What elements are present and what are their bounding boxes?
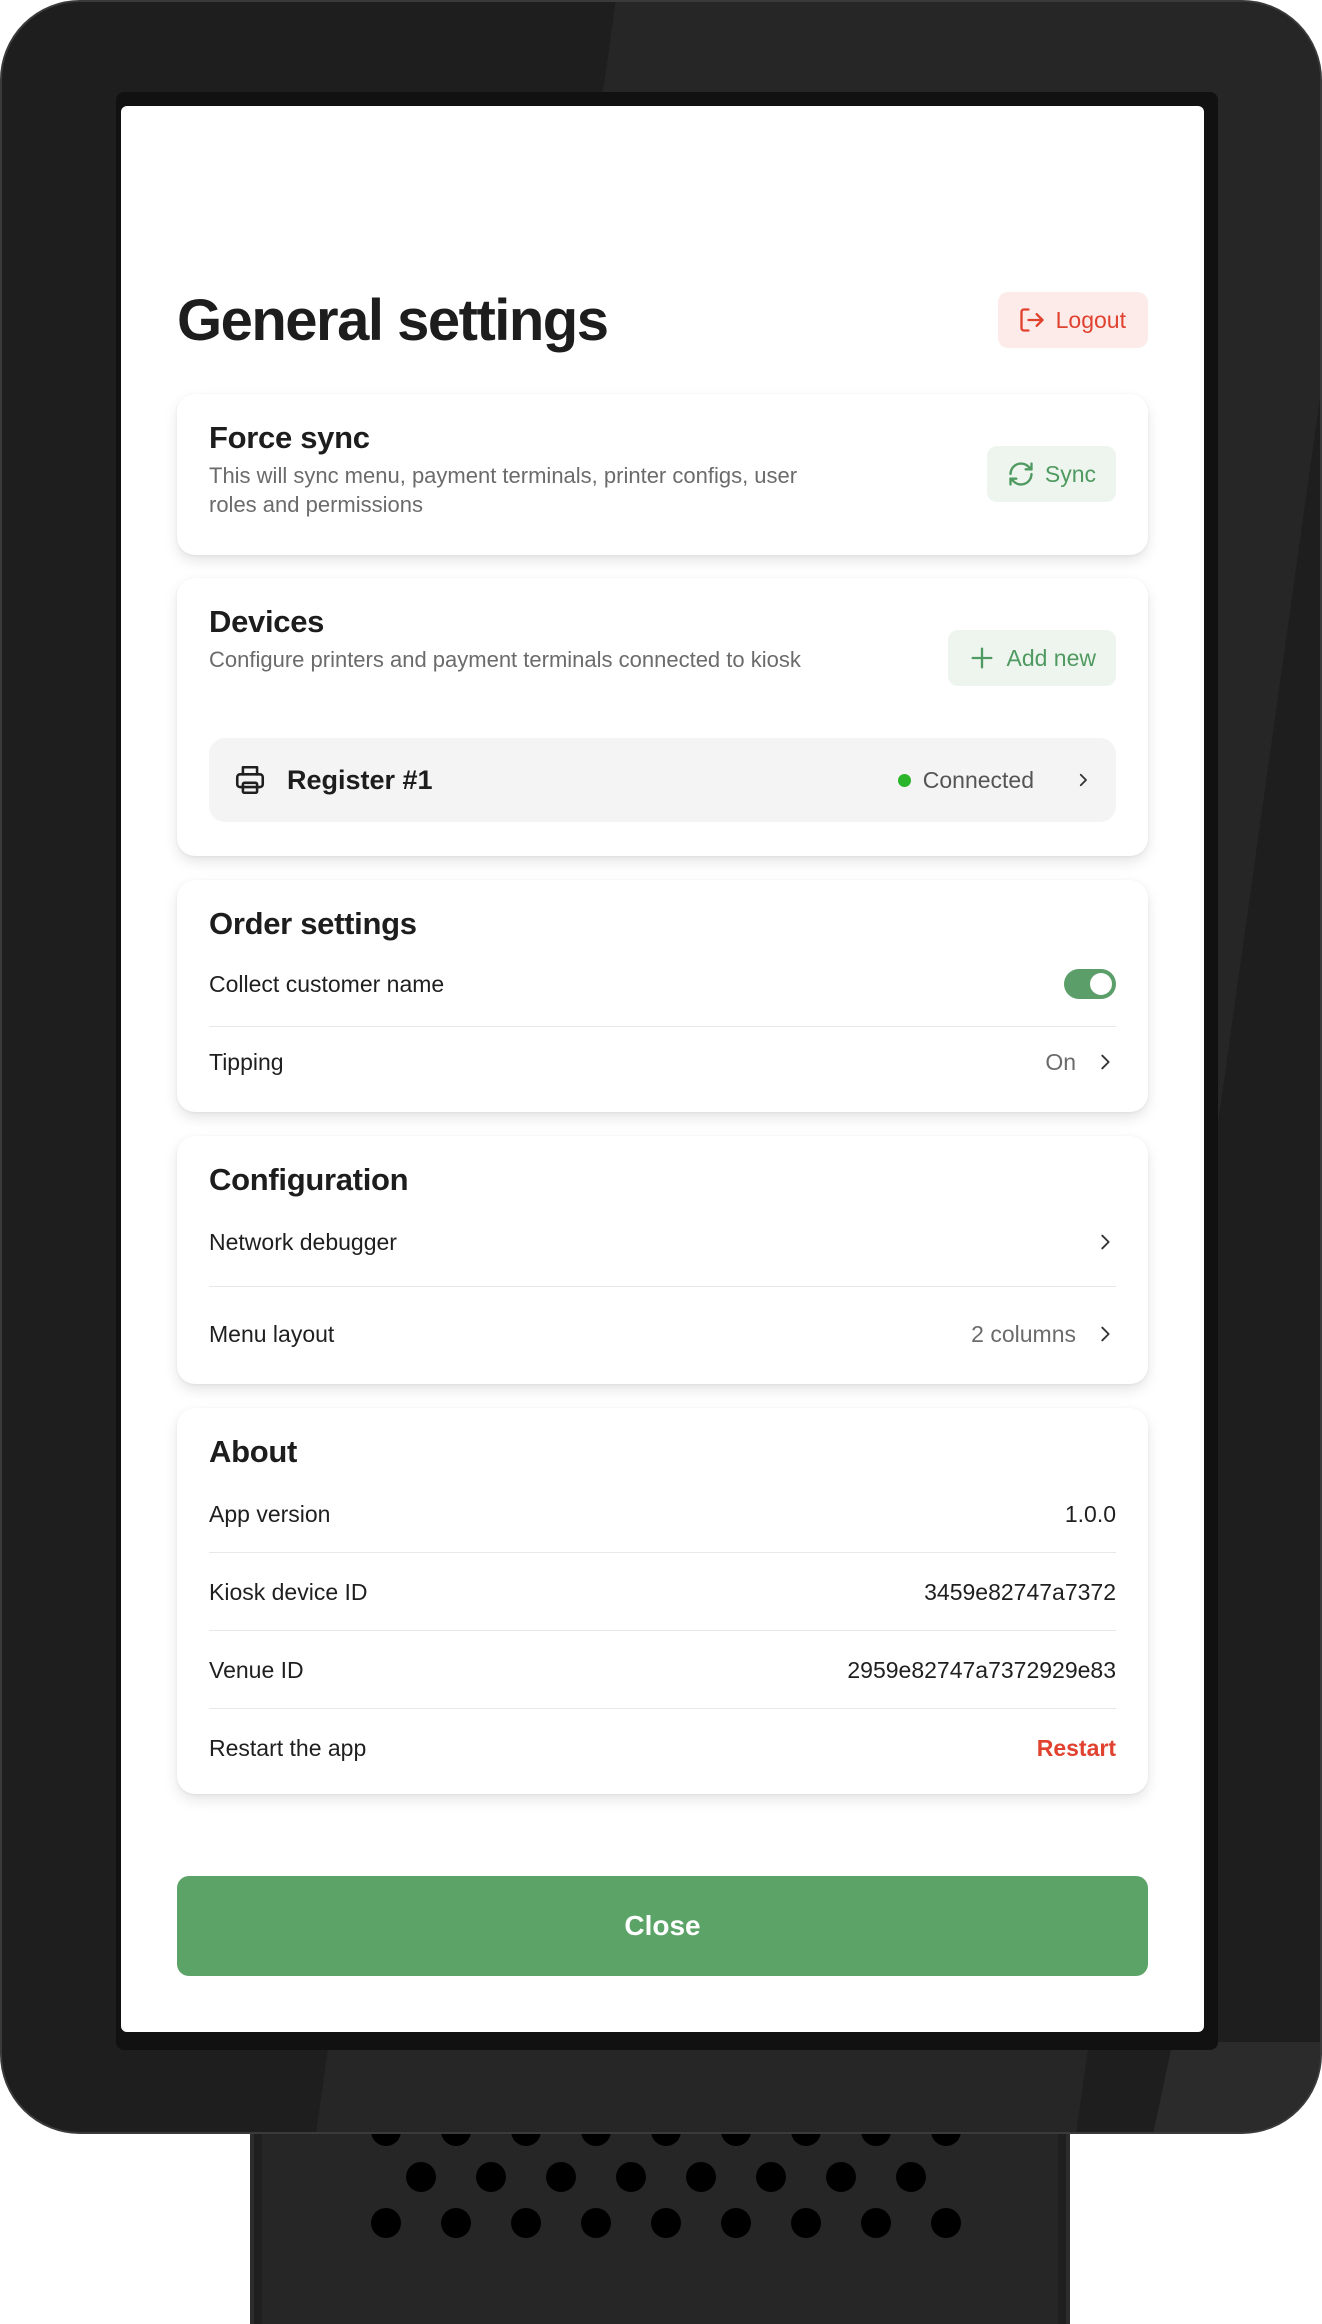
configuration-card: Configuration Network debugger Menu layo…	[177, 1136, 1148, 1384]
kiosk-device-id-label: Kiosk device ID	[209, 1578, 368, 1605]
logout-button[interactable]: Logout	[997, 292, 1148, 348]
kiosk-bezel: General settings Logout Force sync This …	[0, 0, 1322, 2134]
device-status-label: Connected	[922, 766, 1034, 793]
status-dot	[897, 773, 911, 787]
collect-name-label: Collect customer name	[209, 970, 445, 997]
sync-label: Sync	[1044, 460, 1096, 487]
devices-description: Configure printers and payment terminals…	[209, 647, 801, 672]
app-version-label: App version	[209, 1500, 331, 1527]
refresh-icon	[1007, 460, 1035, 488]
menu-layout-value: 2 columns	[971, 1320, 1076, 1347]
collect-name-toggle[interactable]	[1064, 969, 1116, 999]
speaker-hole	[371, 2208, 401, 2238]
force-sync-title: Force sync	[209, 420, 370, 455]
speaker-grille	[262, 2120, 1058, 2324]
close-button[interactable]: Close	[177, 1876, 1148, 1976]
speaker-hole	[861, 2208, 891, 2238]
printer-icon	[233, 763, 267, 797]
chevron-right-icon	[1074, 771, 1092, 789]
device-name: Register #1	[287, 764, 433, 795]
chevron-right-icon	[1094, 1231, 1116, 1253]
speaker-hole	[756, 2162, 786, 2192]
order-settings-title: Order settings	[209, 906, 417, 941]
device-status: Connected	[897, 766, 1092, 794]
add-device-label: Add new	[1006, 644, 1096, 671]
about-row-restart: Restart the app Restart	[209, 1726, 1116, 1770]
force-sync-description: This will sync menu, payment terminals, …	[209, 463, 798, 517]
tipping-label: Tipping	[209, 1048, 284, 1075]
speaker-hole	[511, 2208, 541, 2238]
logout-label: Logout	[1055, 306, 1126, 333]
device-row-register-1[interactable]: Register #1 Connected	[209, 738, 1116, 822]
speaker-hole	[686, 2162, 716, 2192]
about-row-venue-id: Venue ID 2959e82747a7372929e83	[209, 1648, 1116, 1692]
setting-row-tipping[interactable]: Tipping On	[209, 1040, 1116, 1084]
speaker-hole	[476, 2162, 506, 2192]
tipping-value: On	[1045, 1048, 1076, 1075]
logout-icon	[1018, 306, 1046, 334]
devices-card: Devices Configure printers and payment t…	[177, 578, 1148, 856]
plus-icon	[968, 644, 996, 672]
app-version-value: 1.0.0	[1064, 1500, 1116, 1527]
restart-button[interactable]: Restart	[1037, 1735, 1116, 1762]
chevron-right-icon	[1094, 1323, 1116, 1345]
restart-label: Restart the app	[209, 1734, 367, 1761]
sync-button[interactable]: Sync	[986, 446, 1116, 502]
chevron-right-icon	[1094, 1051, 1116, 1073]
about-row-app-version: App version 1.0.0	[209, 1492, 1116, 1536]
order-settings-card: Order settings Collect customer name Tip…	[177, 880, 1148, 1112]
setting-row-network-debugger[interactable]: Network debugger	[209, 1220, 1116, 1264]
setting-row-menu-layout[interactable]: Menu layout 2 columns	[209, 1312, 1116, 1356]
venue-id-label: Venue ID	[209, 1656, 304, 1683]
speaker-hole	[441, 2208, 471, 2238]
network-debugger-label: Network debugger	[209, 1228, 397, 1255]
page-title: General settings	[177, 287, 609, 353]
speaker-hole	[931, 2208, 961, 2238]
kiosk-screen: General settings Logout Force sync This …	[121, 106, 1204, 2032]
page-header: General settings Logout	[177, 280, 1148, 360]
menu-layout-label: Menu layout	[209, 1320, 335, 1347]
about-card: About App version 1.0.0 Kiosk device ID …	[177, 1408, 1148, 1794]
speaker-hole	[406, 2162, 436, 2192]
configuration-title: Configuration	[209, 1162, 409, 1197]
speaker-hole	[651, 2208, 681, 2238]
devices-title: Devices	[209, 604, 325, 639]
kiosk-device-id-value: 3459e82747a7372	[924, 1578, 1116, 1605]
about-row-kiosk-device-id: Kiosk device ID 3459e82747a7372	[209, 1570, 1116, 1614]
about-title: About	[209, 1434, 298, 1469]
speaker-hole	[581, 2208, 611, 2238]
setting-row-collect-name: Collect customer name	[209, 962, 1116, 1006]
speaker-hole	[791, 2208, 821, 2238]
speaker-hole	[896, 2162, 926, 2192]
speaker-hole	[826, 2162, 856, 2192]
venue-id-value: 2959e82747a7372929e83	[847, 1656, 1116, 1683]
speaker-hole	[721, 2208, 751, 2238]
speaker-hole	[546, 2162, 576, 2192]
speaker-hole	[616, 2162, 646, 2192]
force-sync-card: Force sync This will sync menu, payment …	[177, 394, 1148, 555]
add-device-button[interactable]: Add new	[948, 630, 1116, 686]
kiosk-stand	[250, 2120, 1070, 2324]
